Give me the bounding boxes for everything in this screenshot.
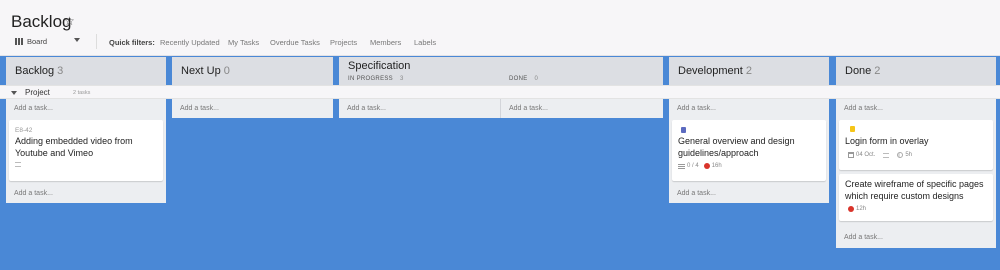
- subcolumn-divider: [500, 99, 501, 118]
- add-task-button[interactable]: Add a task...: [180, 105, 219, 112]
- star-icon[interactable]: ☆: [64, 14, 75, 28]
- due-date: 04 Oct.: [856, 152, 876, 158]
- task-meta: 04 Oct. 5h: [848, 152, 912, 158]
- task-card[interactable]: Create wireframe of specific pages which…: [839, 174, 993, 221]
- description-icon: [15, 162, 21, 167]
- add-task-button[interactable]: Add a task...: [677, 190, 716, 197]
- column-title: Done 2: [845, 65, 881, 77]
- filter-labels[interactable]: Labels: [414, 38, 436, 47]
- chevron-down-icon[interactable]: [11, 91, 17, 95]
- column-count: 3: [57, 65, 64, 77]
- filter-my-tasks[interactable]: My Tasks: [228, 38, 259, 47]
- estimate-icon: [897, 152, 904, 158]
- filter-projects[interactable]: Projects: [330, 38, 357, 47]
- view-selector[interactable]: Board: [15, 37, 47, 46]
- column-header: Specification IN PROGRESS 3 DONE 0: [339, 57, 663, 87]
- task-title: Create wireframe of specific pages which…: [845, 179, 984, 201]
- column-title: Backlog 3: [15, 65, 64, 77]
- add-task-button[interactable]: Add a task...: [844, 234, 883, 241]
- task-meta: [15, 162, 21, 167]
- task-key: E8-42: [15, 127, 33, 134]
- task-card[interactable]: Login form in overlay 04 Oct. 5h: [839, 120, 993, 170]
- label-tag: [681, 127, 686, 133]
- task-title: Login form in overlay: [845, 136, 929, 146]
- column-header: Next Up 0: [172, 57, 333, 87]
- board-view-icon: [15, 38, 23, 45]
- subcolumn-done: DONE 0: [509, 76, 539, 82]
- add-task-button[interactable]: Add a task...: [509, 105, 548, 112]
- add-task-button[interactable]: Add a task...: [347, 105, 386, 112]
- estimate-value: 12h: [856, 206, 867, 212]
- subcolumn-in-progress: IN PROGRESS 3: [348, 76, 404, 82]
- view-selector-label: Board: [27, 37, 48, 46]
- column-header: Development 2: [669, 57, 829, 87]
- add-task-button[interactable]: Add a task...: [14, 105, 53, 112]
- swimlane-name: Project: [25, 88, 50, 97]
- description-icon: [883, 152, 890, 158]
- estimate-value: 16h: [711, 163, 722, 169]
- task-meta: 0 / 4 16h: [678, 163, 722, 169]
- filter-recently-updated[interactable]: Recently Updated: [160, 38, 220, 47]
- column-backlog: Backlog 3 Add a task... E8-42 Adding embe…: [6, 57, 166, 203]
- task-card[interactable]: E8-42 Adding embedded video from Youtube…: [9, 120, 163, 181]
- task-title: Adding embedded video from Youtube and V…: [15, 136, 133, 158]
- checklist-icon: [678, 163, 685, 169]
- column-count: 0: [223, 65, 230, 77]
- board-title: Backlog: [11, 12, 72, 31]
- column-title: Development 2: [678, 65, 752, 77]
- column-header: Backlog 3: [6, 57, 166, 87]
- column-header: Done 2: [836, 57, 996, 87]
- divider: [96, 34, 97, 49]
- task-meta: 12h: [848, 206, 866, 212]
- swimlane-header[interactable]: Project 2 tasks: [0, 85, 1000, 99]
- calendar-icon: [848, 152, 854, 158]
- swimlane-count: 2 tasks: [73, 90, 91, 96]
- filter-overdue-tasks[interactable]: Overdue Tasks: [270, 38, 320, 47]
- board-header: Backlog ☆ Board Quick filters: Recently …: [0, 0, 1000, 56]
- add-task-button[interactable]: Add a task...: [677, 105, 716, 112]
- estimate-value: 5h: [905, 152, 913, 158]
- quick-filters-label: Quick filters:: [109, 38, 155, 47]
- add-task-button[interactable]: Add a task...: [844, 105, 883, 112]
- column-count: 2: [745, 65, 752, 77]
- column-development: Development 2 Add a task... General overv…: [669, 57, 829, 203]
- column-title: Next Up 0: [181, 65, 230, 77]
- estimate-icon: [703, 163, 710, 169]
- task-title: General overview and design guidelines/a…: [678, 136, 795, 158]
- label-tag: [850, 126, 855, 132]
- filter-members[interactable]: Members: [370, 38, 401, 47]
- add-task-button[interactable]: Add a task...: [14, 190, 53, 197]
- task-card[interactable]: General overview and design guidelines/a…: [672, 120, 826, 181]
- column-title: Specification: [348, 60, 411, 72]
- column-count: 2: [874, 65, 881, 77]
- chevron-down-icon[interactable]: [74, 38, 80, 42]
- checklist-progress: 0 / 4: [687, 163, 699, 169]
- estimate-icon: [848, 206, 854, 212]
